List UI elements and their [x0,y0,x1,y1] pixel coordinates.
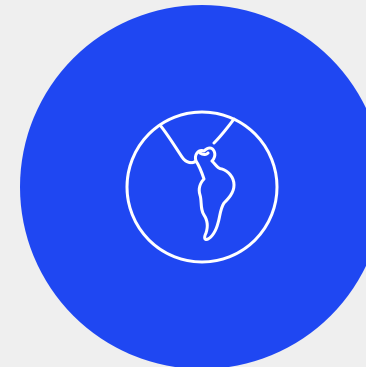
page-canvas [0,0,366,367]
globe-americas-icon [124,109,280,265]
